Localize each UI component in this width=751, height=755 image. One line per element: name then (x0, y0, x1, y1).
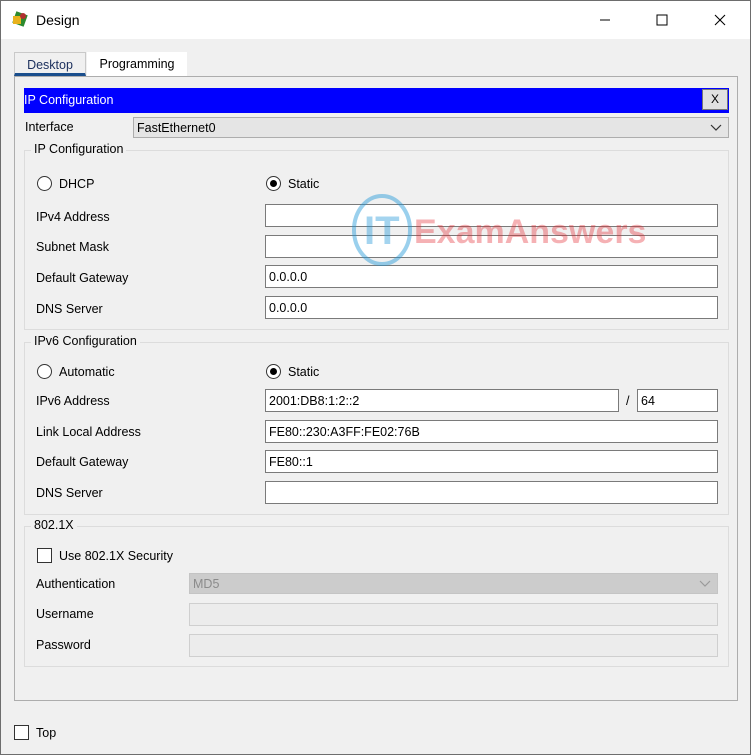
prefix-slash: / (626, 394, 630, 408)
ipv6-static-label: Static (288, 365, 320, 379)
subnet-mask-label: Subnet Mask (36, 240, 109, 254)
ip-config-close-button[interactable]: X (702, 89, 728, 110)
ipv6-address-label: IPv6 Address (36, 394, 110, 408)
interface-label: Interface (25, 120, 74, 134)
username-label: Username (36, 607, 94, 621)
ipv6-group: IPv6 Configuration Automatic Static IPv6… (24, 334, 729, 515)
ipv6-automatic-label: Automatic (59, 365, 115, 379)
dot1x-group-title: 802.1X (31, 518, 77, 532)
ipv4-address-label: IPv4 Address (36, 210, 110, 224)
ipv6-address-input[interactable]: 2001:DB8:1:2::2 (265, 389, 619, 412)
ipv4-gateway-label: Default Gateway (36, 271, 129, 285)
ipv6-static-radio[interactable] (266, 364, 281, 379)
close-window-button[interactable] (691, 1, 749, 39)
interface-select[interactable]: FastEthernet0 (133, 117, 729, 138)
ipv4-address-input[interactable] (265, 204, 718, 227)
ipv4-dns-label: DNS Server (36, 302, 103, 316)
design-window: Design Desktop Programming IP Configurat… (0, 0, 751, 755)
top-label: Top (36, 726, 57, 740)
dhcp-label: DHCP (59, 177, 95, 191)
window-title: Design (36, 12, 80, 28)
close-icon (714, 14, 726, 26)
ipv4-group-title: IP Configuration (31, 142, 127, 156)
maximize-icon (656, 14, 668, 26)
chevron-down-icon (710, 124, 722, 131)
dot1x-group: 802.1X Use 802.1X Security Authenticatio… (24, 518, 729, 667)
subnet-mask-input[interactable] (265, 235, 718, 258)
ipv6-automatic-radio[interactable] (37, 364, 52, 379)
ipv4-static-label: Static (288, 177, 320, 191)
use-8021x-checkbox[interactable] (37, 548, 52, 563)
minimize-icon (600, 19, 610, 21)
tab-programming[interactable]: Programming (87, 52, 187, 76)
password-label: Password (36, 638, 91, 652)
ipv6-gateway-input[interactable]: FE80::1 (265, 450, 718, 473)
ipv4-static-radio[interactable] (266, 176, 281, 191)
top-checkbox[interactable] (14, 725, 29, 740)
ipv6-group-title: IPv6 Configuration (31, 334, 140, 348)
authentication-select-value: MD5 (193, 577, 220, 591)
ipv4-gateway-input[interactable]: 0.0.0.0 (265, 265, 718, 288)
ipv4-dns-input[interactable]: 0.0.0.0 (265, 296, 718, 319)
password-input[interactable] (189, 634, 718, 657)
ip-config-header: IP Configuration X (24, 88, 729, 113)
authentication-select[interactable]: MD5 (189, 573, 718, 594)
use-8021x-label: Use 802.1X Security (59, 549, 173, 563)
ipv6-gateway-label: Default Gateway (36, 455, 129, 469)
tab-desktop[interactable]: Desktop (14, 52, 86, 76)
ip-config-header-title: IP Configuration (24, 93, 114, 107)
title-bar: Design (1, 1, 750, 39)
dhcp-radio[interactable] (37, 176, 52, 191)
minimize-button[interactable] (576, 1, 634, 39)
maximize-button[interactable] (633, 1, 691, 39)
packet-tracer-app-icon (12, 11, 28, 27)
desktop-panel: IP Configuration X Interface FastEtherne… (14, 76, 738, 701)
link-local-label: Link Local Address (36, 425, 141, 439)
link-local-input[interactable]: FE80::230:A3FF:FE02:76B (265, 420, 718, 443)
ipv4-group: IP Configuration DHCP Static IPv4 Addres… (24, 142, 729, 330)
authentication-label: Authentication (36, 577, 116, 591)
ipv6-dns-input[interactable] (265, 481, 718, 504)
interface-select-value: FastEthernet0 (137, 121, 216, 135)
ipv6-dns-label: DNS Server (36, 486, 103, 500)
username-input[interactable] (189, 603, 718, 626)
ipv6-prefix-input[interactable]: 64 (637, 389, 718, 412)
chevron-down-icon (699, 580, 711, 587)
